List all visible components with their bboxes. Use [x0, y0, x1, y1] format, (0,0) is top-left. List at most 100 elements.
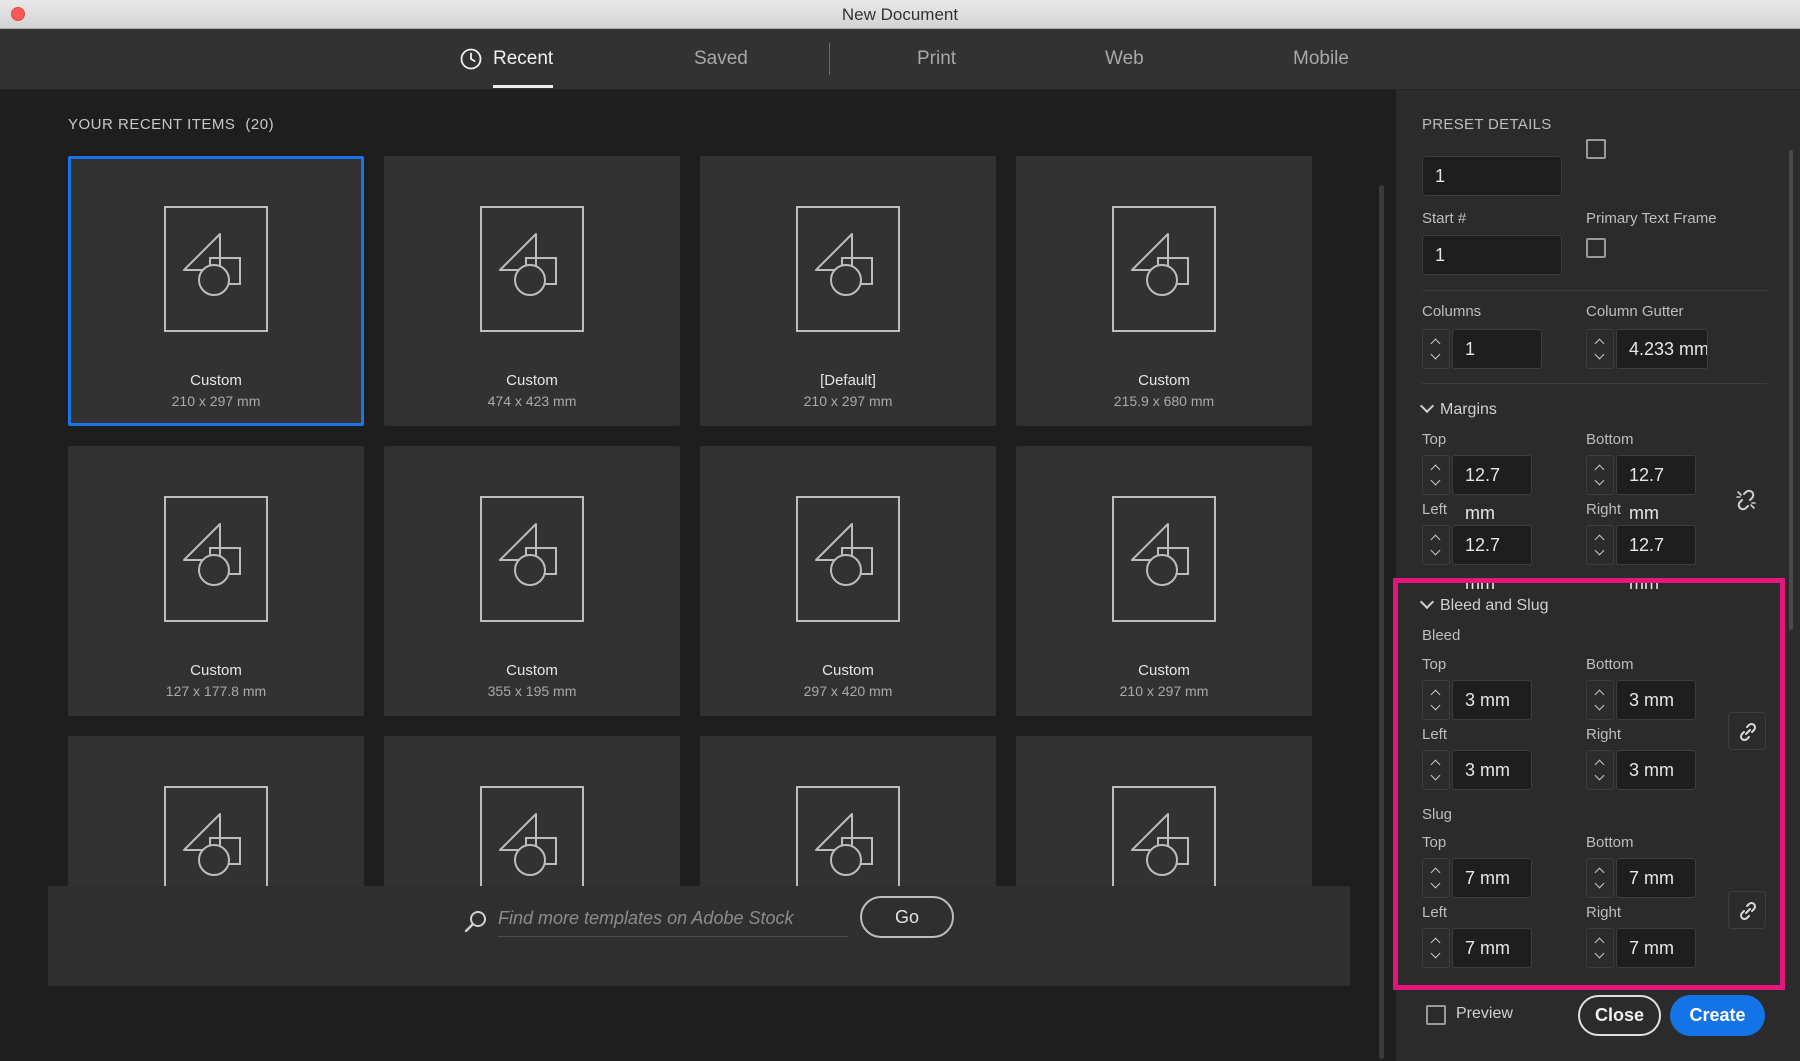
window-title: New Document	[841, 5, 959, 24]
margin-top-field[interactable]: 12.7 mm	[1452, 455, 1532, 523]
margin-bottom-stepper[interactable]	[1586, 455, 1614, 495]
slug-right-field[interactable]: 7 mm	[1616, 928, 1696, 968]
margin-right-label: Right	[1586, 501, 1622, 518]
columns-label: Columns	[1422, 303, 1482, 320]
recent-item-size: 210 x 297 mm	[171, 393, 261, 409]
tab-web[interactable]: Web	[1105, 29, 1144, 89]
recent-item-card[interactable]: Custom 127 x 177.8 mm	[68, 446, 364, 716]
margin-right-field[interactable]: 12.7 mm	[1616, 525, 1696, 593]
recent-item-card[interactable]: Custom 215.9 x 680 mm	[1016, 156, 1312, 426]
link-icon	[1739, 722, 1757, 742]
recent-item-size: 297 x 420 mm	[803, 683, 893, 699]
slug-right-label: Right	[1586, 904, 1622, 921]
preset-details-heading: PRESET DETAILS	[1422, 116, 1552, 133]
facing-pages-checkbox[interactable]	[1586, 139, 1606, 159]
margin-left-field[interactable]: 12.7 mm	[1452, 525, 1532, 593]
start-page-field[interactable]: 1	[1422, 235, 1562, 275]
bleed-left-stepper[interactable]	[1422, 750, 1450, 790]
margin-left-stepper[interactable]	[1422, 525, 1450, 565]
chevron-down-icon	[1594, 878, 1605, 889]
recent-item-card[interactable]: Custom 210 x 297 mm	[68, 156, 364, 426]
divider	[1422, 383, 1767, 384]
margins-section-toggle[interactable]: Margins	[1419, 398, 1497, 419]
stock-search-bar: Go	[48, 886, 1350, 986]
chevron-down-icon	[1594, 770, 1605, 781]
tab-mobile[interactable]: Mobile	[1293, 29, 1349, 89]
chevron-up-icon	[1430, 464, 1441, 475]
chevron-down-icon	[1430, 770, 1441, 781]
recent-item-card[interactable]: Custom 355 x 195 mm	[384, 446, 680, 716]
chevron-up-icon	[1430, 759, 1441, 770]
primary-text-frame-checkbox[interactable]	[1586, 238, 1606, 258]
chevron-down-icon	[1430, 545, 1441, 556]
margin-top-stepper[interactable]	[1422, 455, 1450, 495]
chevron-up-icon	[1430, 338, 1441, 349]
preset-details-panel: PRESET DETAILS 1 Start # 1 Primary Text …	[1396, 90, 1800, 1061]
chevron-down-icon	[1594, 545, 1605, 556]
title-bar: New Document	[0, 0, 1800, 29]
recent-item-name: Custom	[190, 372, 242, 389]
pages-field[interactable]: 1	[1422, 156, 1562, 196]
tab-saved[interactable]: Saved	[694, 29, 748, 89]
close-button[interactable]: Close	[1578, 995, 1661, 1036]
chevron-down-icon	[1430, 700, 1441, 711]
chevron-up-icon	[1594, 338, 1605, 349]
link-bleed-button[interactable]	[1728, 712, 1766, 750]
bleed-bottom-label: Bottom	[1586, 656, 1634, 673]
recent-items-scrollbar[interactable]	[1379, 185, 1384, 1059]
margin-right-stepper[interactable]	[1586, 525, 1614, 565]
bleed-right-stepper[interactable]	[1586, 750, 1614, 790]
active-tab-indicator	[493, 85, 554, 88]
recent-items-heading: YOUR RECENT ITEMS (20)	[68, 116, 274, 133]
tab-print[interactable]: Print	[917, 29, 956, 89]
recent-item-name: [Default]	[820, 372, 876, 389]
slug-top-stepper[interactable]	[1422, 858, 1450, 898]
margin-bottom-field[interactable]: 12.7 mm	[1616, 455, 1696, 523]
chevron-up-icon	[1430, 867, 1441, 878]
bleed-left-label: Left	[1422, 726, 1448, 743]
recent-item-size: 474 x 423 mm	[487, 393, 577, 409]
slug-bottom-stepper[interactable]	[1586, 858, 1614, 898]
columns-field[interactable]: 1	[1452, 329, 1542, 369]
bleed-slug-section-toggle[interactable]: Bleed and Slug	[1419, 594, 1549, 615]
link-slug-button[interactable]	[1728, 891, 1766, 929]
columns-stepper[interactable]	[1422, 329, 1450, 369]
slug-left-field[interactable]: 7 mm	[1452, 928, 1532, 968]
go-button[interactable]: Go	[860, 896, 954, 938]
document-icon	[1112, 496, 1216, 622]
column-gutter-stepper[interactable]	[1586, 329, 1614, 369]
recent-item-name: Custom	[506, 662, 558, 679]
recent-item-card[interactable]: Custom 474 x 423 mm	[384, 156, 680, 426]
chevron-down-icon	[1430, 475, 1441, 486]
bleed-bottom-field[interactable]: 3 mm	[1616, 680, 1696, 720]
preset-panel-scrollbar[interactable]	[1789, 150, 1793, 630]
slug-top-label: Top	[1422, 834, 1447, 851]
column-gutter-field[interactable]: 4.233 mm	[1616, 329, 1708, 369]
bleed-top-field[interactable]: 3 mm	[1452, 680, 1532, 720]
recent-item-size: 127 x 177.8 mm	[165, 683, 267, 699]
create-button[interactable]: Create	[1670, 995, 1765, 1036]
recent-item-card[interactable]: Custom 297 x 420 mm	[700, 446, 996, 716]
margin-top-label: Top	[1422, 431, 1447, 448]
unlink-margins-icon[interactable]	[1734, 488, 1758, 512]
link-icon	[1739, 901, 1757, 921]
preview-checkbox[interactable]	[1426, 1005, 1446, 1025]
recent-item-card[interactable]: [Default] 210 x 297 mm	[700, 156, 996, 426]
bleed-top-stepper[interactable]	[1422, 680, 1450, 720]
chevron-up-icon	[1594, 867, 1605, 878]
tab-recent[interactable]: Recent	[460, 29, 554, 89]
slug-right-stepper[interactable]	[1586, 928, 1614, 968]
slug-top-field[interactable]: 7 mm	[1452, 858, 1532, 898]
bleed-right-label: Right	[1586, 726, 1622, 743]
slug-left-stepper[interactable]	[1422, 928, 1450, 968]
divider	[1422, 290, 1767, 291]
bleed-right-field[interactable]: 3 mm	[1616, 750, 1696, 790]
bleed-left-field[interactable]: 3 mm	[1452, 750, 1532, 790]
stock-search-input[interactable]	[498, 900, 848, 937]
chevron-down-icon	[1419, 398, 1435, 414]
bleed-bottom-stepper[interactable]	[1586, 680, 1614, 720]
chevron-up-icon	[1594, 937, 1605, 948]
search-icon	[464, 911, 486, 933]
slug-bottom-field[interactable]: 7 mm	[1616, 858, 1696, 898]
recent-item-card[interactable]: Custom 210 x 297 mm	[1016, 446, 1312, 716]
